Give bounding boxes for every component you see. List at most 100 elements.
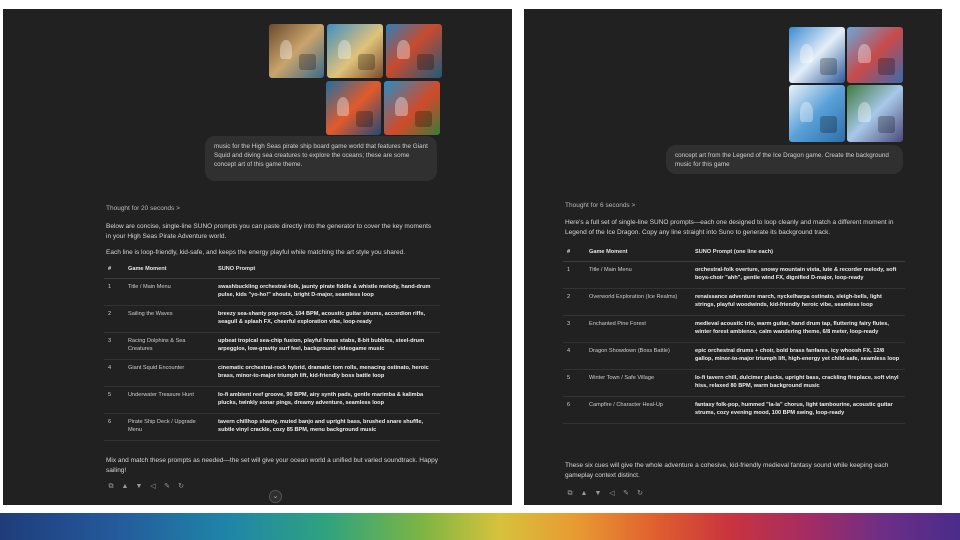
table-row: 5 Underwater Treasure Hunt lo-fi ambient r… — [104, 386, 440, 414]
row-number: 6 — [104, 413, 124, 441]
concept-art-image[interactable] — [384, 81, 440, 135]
suno-prompt: epic orchestral drums + choir, bold bras… — [691, 342, 905, 370]
game-moment: Sailing the Waves — [124, 305, 214, 333]
table-row: 3 Enchanted Pine Forest medieval acoustic … — [563, 315, 905, 343]
intro-paragraph: Here's a full set of single-line SUNO pr… — [565, 218, 905, 238]
concept-art-grid-top — [269, 24, 442, 78]
suno-prompt: cinematic orchestral-rock hybrid, dramat… — [214, 359, 440, 387]
concept-art-grid — [789, 27, 903, 142]
suno-prompt-table: # Game Moment SUNO Prompt (one line each… — [563, 245, 905, 424]
game-moment: Title / Main Menu — [585, 261, 691, 289]
thought-label: Thought for 6 seconds > — [565, 202, 636, 209]
user-message-bubble: music for the High Seas pirate ship boar… — [205, 136, 437, 181]
concept-art-image[interactable] — [269, 24, 324, 78]
suno-prompt: medieval acoustic trio, warm guitar, han… — [691, 315, 905, 343]
suno-prompt: upbeat tropical sea-chip fusion, playful… — [214, 332, 440, 360]
suno-prompt: fantasy folk-pop, hummed "la-la" chorus,… — [691, 396, 905, 424]
column-header: SUNO Prompt (one line each) — [691, 245, 905, 262]
game-moment: Dragon Showdown (Boss Battle) — [585, 342, 691, 370]
row-number: 2 — [563, 288, 585, 316]
edit-icon[interactable]: ✎ — [622, 490, 630, 498]
row-number: 4 — [563, 342, 585, 370]
concept-art-image[interactable] — [789, 85, 845, 142]
game-moment: Pirate Ship Deck / Upgrade Menu — [124, 413, 214, 441]
row-number: 2 — [104, 305, 124, 333]
outro-paragraph: Mix and match these prompts as needed—th… — [106, 456, 442, 476]
decorative-gradient-bar — [0, 513, 960, 540]
column-header: SUNO Prompt — [214, 262, 440, 279]
column-header: Game Moment — [124, 262, 214, 279]
chat-panel-ice-dragon: concept art from the Legend of the Ice D… — [524, 9, 942, 505]
column-header: Game Moment — [585, 245, 691, 262]
column-header: # — [563, 245, 585, 262]
column-header: # — [104, 262, 124, 279]
concept-art-image[interactable] — [327, 24, 383, 78]
scroll-down-button[interactable]: ⌄ — [269, 490, 282, 503]
table-header-row: # Game Moment SUNO Prompt — [104, 262, 440, 279]
thought-toggle[interactable]: Thought for 6 seconds > — [565, 202, 635, 209]
thought-toggle[interactable]: Thought for 20 seconds > — [106, 205, 180, 212]
row-number: 6 — [563, 396, 585, 424]
concept-art-image[interactable] — [847, 27, 903, 83]
suno-prompt-table: # Game Moment SUNO Prompt 1 Title / Main … — [104, 262, 440, 441]
chat-panel-pirate: music for the High Seas pirate ship boar… — [3, 9, 512, 505]
outro-text: These six cues will give the whole adven… — [565, 462, 889, 479]
intro-text: Below are concise, single-line SUNO prom… — [106, 223, 432, 240]
intro-text-2: Each line is loop-friendly, kid-safe, an… — [106, 249, 406, 256]
thought-label: Thought for 20 seconds > — [106, 205, 180, 212]
table-row: 5 Winter Town / Safe Village lo-fi tavern … — [563, 369, 905, 397]
suno-prompt: lo-fi tavern chill, dulcimer plucks, upr… — [691, 369, 905, 397]
suno-prompt: tavern chillhop shanty, muted banjo and … — [214, 413, 440, 441]
concept-art-image[interactable] — [789, 27, 845, 83]
concept-art-image[interactable] — [326, 81, 381, 135]
game-moment: Enchanted Pine Forest — [585, 315, 691, 343]
table-row: 1 Title / Main Menu orchestral-folk overtu… — [563, 261, 905, 289]
table-header-row: # Game Moment SUNO Prompt (one line each… — [563, 245, 905, 262]
table-row: 2 Overworld Exploration (Ice Realms) renai… — [563, 288, 905, 316]
thumbs-down-icon[interactable]: ▼ — [135, 483, 143, 491]
suno-prompt: lo-fi ambient reef groove, 90 BPM, airy … — [214, 386, 440, 414]
concept-art-image[interactable] — [847, 85, 903, 142]
outro-paragraph: These six cues will give the whole adven… — [565, 461, 905, 481]
row-number: 1 — [104, 278, 124, 306]
suno-prompt: orchestral-folk overture, snowy mountain… — [691, 261, 905, 289]
game-moment: Overworld Exploration (Ice Realms) — [585, 288, 691, 316]
suno-prompt: renaissance adventure march, nyckelharpa… — [691, 288, 905, 316]
edit-icon[interactable]: ✎ — [163, 483, 171, 491]
regenerate-icon[interactable]: ↻ — [636, 490, 644, 498]
row-number: 5 — [563, 369, 585, 397]
intro-paragraph: Below are concise, single-line SUNO prom… — [106, 222, 436, 242]
user-message-text: concept art from the Legend of the Ice D… — [675, 152, 889, 168]
speaker-icon[interactable]: ◁ — [149, 483, 157, 491]
user-message-bubble: concept art from the Legend of the Ice D… — [666, 145, 903, 174]
table-row: 6 Pirate Ship Deck / Upgrade Menu tavern c… — [104, 413, 440, 441]
regenerate-icon[interactable]: ↻ — [177, 483, 185, 491]
copy-icon[interactable]: ⧉ — [107, 483, 115, 491]
row-number: 3 — [563, 315, 585, 343]
row-number: 3 — [104, 332, 124, 360]
table-row: 2 Sailing the Waves breezy sea-shanty pop-… — [104, 305, 440, 333]
user-message-text: music for the High Seas pirate ship boar… — [214, 143, 428, 168]
game-moment: Racing Dolphins & Sea Creatures — [124, 332, 214, 360]
intro-text: Here's a full set of single-line SUNO pr… — [565, 219, 894, 236]
copy-icon[interactable]: ⧉ — [566, 490, 574, 498]
suno-prompt: swashbuckling orchestral-folk, jaunty pi… — [214, 278, 440, 306]
speaker-icon[interactable]: ◁ — [608, 490, 616, 498]
concept-art-grid-bottom — [326, 81, 440, 135]
concept-art-image[interactable] — [386, 24, 442, 78]
intro-paragraph-2: Each line is loop-friendly, kid-safe, an… — [106, 248, 436, 258]
table-row: 6 Campfire / Character Heal-Up fantasy fol… — [563, 396, 905, 424]
message-actions: ⧉ ▲ ▼ ◁ ✎ ↻ — [566, 490, 644, 498]
game-moment: Underwater Treasure Hunt — [124, 386, 214, 414]
message-actions: ⧉ ▲ ▼ ◁ ✎ ↻ — [107, 483, 185, 491]
game-moment: Giant Squid Encounter — [124, 359, 214, 387]
thumbs-up-icon[interactable]: ▲ — [121, 483, 129, 491]
game-moment: Winter Town / Safe Village — [585, 369, 691, 397]
thumbs-down-icon[interactable]: ▼ — [594, 490, 602, 498]
row-number: 5 — [104, 386, 124, 414]
game-moment: Title / Main Menu — [124, 278, 214, 306]
outro-text: Mix and match these prompts as needed—th… — [106, 457, 439, 474]
table-row: 3 Racing Dolphins & Sea Creatures upbeat t… — [104, 332, 440, 360]
game-moment: Campfire / Character Heal-Up — [585, 396, 691, 424]
thumbs-up-icon[interactable]: ▲ — [580, 490, 588, 498]
